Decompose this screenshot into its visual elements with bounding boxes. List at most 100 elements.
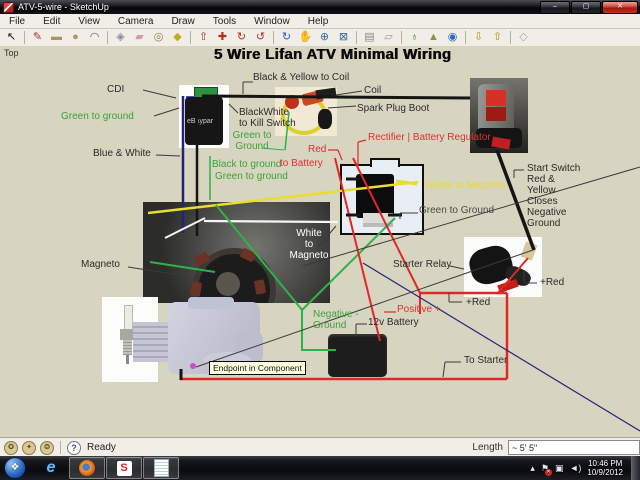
arc-tool-icon[interactable]: ◠: [85, 30, 104, 45]
length-label: Length: [472, 442, 503, 453]
wire-label: Red: [308, 144, 326, 155]
status-bar: ✪ ✦ ❂ ? Ready Length: [0, 437, 640, 457]
wire-label: CDI: [107, 84, 124, 95]
inference-endpoint-dot: [190, 363, 196, 369]
sketchup-app-icon: [3, 2, 14, 13]
google-earth-tool-icon[interactable]: ◉: [443, 30, 462, 45]
menu-view[interactable]: View: [69, 15, 109, 28]
pan-tool-icon[interactable]: ✋: [296, 30, 315, 45]
help-icon[interactable]: ?: [67, 441, 81, 455]
taskbar-sketchup[interactable]: S: [106, 457, 142, 479]
section-plane-tool-icon[interactable]: ◇: [514, 30, 533, 45]
minimize-button[interactable]: –: [540, 1, 570, 14]
taskbar: ❖ e S ▴ ⚑✕ ▣ ◄) 10:46 PM 10/9/2012: [0, 456, 640, 480]
toolbar-separator: [401, 31, 402, 44]
toolbar-separator: [510, 31, 511, 44]
system-tray: ▴ ⚑✕ ▣ ◄) 10:46 PM 10/9/2012: [530, 456, 640, 480]
rectangle-tool-icon[interactable]: ▬: [47, 30, 66, 45]
hidden-icons-arrow[interactable]: ▴: [530, 463, 535, 474]
wire-label: Starter Relay: [393, 259, 451, 270]
menu-edit[interactable]: Edit: [34, 15, 69, 28]
export-doc-tool-icon[interactable]: ▤: [360, 30, 379, 45]
taskbar-clock[interactable]: 10:46 PM 10/9/2012: [587, 459, 623, 477]
drawing-canvas[interactable]: Top 5 Wire Lifan ATV Minimal Wiring eBay…: [0, 46, 640, 437]
volume-icon[interactable]: ◄): [570, 463, 582, 473]
move-tool-icon[interactable]: ✚: [213, 30, 232, 45]
add-location-tool-icon[interactable]: ♁: [405, 30, 424, 45]
internet-explorer-icon: e: [47, 459, 56, 477]
push-pull-tool-icon[interactable]: ⇧: [194, 30, 213, 45]
rotate-tool-icon[interactable]: ↻: [232, 30, 251, 45]
toolbar-separator: [107, 31, 108, 44]
paint-bucket-tool-icon[interactable]: ◆: [168, 30, 187, 45]
wire-label: to Battery: [280, 158, 323, 169]
wire-label: Magneto: [81, 259, 120, 270]
offset-tool-icon[interactable]: ↺: [251, 30, 270, 45]
eraser-tool-icon[interactable]: ▰: [130, 30, 149, 45]
wire-label: Rectifier | Battery Regulator: [368, 132, 491, 143]
zoom-tool-icon[interactable]: ⊕: [315, 30, 334, 45]
wire-label: Negative - Ground: [313, 309, 359, 331]
status-icon-a[interactable]: ✪: [4, 441, 18, 455]
menu-draw[interactable]: Draw: [162, 15, 203, 28]
clock-time: 10:46 PM: [588, 459, 622, 468]
menu-file[interactable]: File: [0, 15, 34, 28]
firefox-icon: [79, 460, 95, 476]
menu-tools[interactable]: Tools: [204, 15, 245, 28]
wire-label: Yellow to Magneto: [424, 180, 505, 191]
toggle-terrain-tool-icon[interactable]: ▲: [424, 30, 443, 45]
wire-label: +Red: [466, 297, 490, 308]
toolbar: ↖✎▬●◠◈▰◎◆⇧✚↻↺↻✋⊕⊠▤▱♁▲◉⇩⇧◇: [0, 29, 640, 47]
line-tool-icon[interactable]: ✎: [28, 30, 47, 45]
get-models-tool-icon[interactable]: ⇩: [469, 30, 488, 45]
window-title: ATV-5-wire - SketchUp: [18, 2, 539, 12]
wire-label: Green to ground: [215, 171, 288, 182]
title-bar[interactable]: ATV-5-wire - SketchUp – ▢ ✕: [0, 0, 640, 14]
status-icon-b[interactable]: ✦: [22, 441, 36, 455]
orbit-tool-icon[interactable]: ↻: [277, 30, 296, 45]
sketchup-icon: S: [117, 461, 132, 476]
inference-tooltip: Endpoint in Component: [209, 361, 306, 375]
length-input[interactable]: [508, 440, 640, 455]
make-component-tool-icon[interactable]: ◈: [111, 30, 130, 45]
zoom-extents-tool-icon[interactable]: ⊠: [334, 30, 353, 45]
wire-label: Black to ground: [212, 159, 282, 170]
wire-label: Green to Ground: [419, 205, 494, 216]
clock-date: 10/9/2012: [587, 468, 623, 477]
select-tool-icon[interactable]: ↖: [2, 30, 21, 45]
toolbar-separator: [356, 31, 357, 44]
wire-label: Spark Plug Boot: [357, 103, 429, 114]
wire-label: +Red: [540, 277, 564, 288]
wire-label: Green to ground: [61, 111, 134, 122]
show-desktop-button[interactable]: [631, 456, 640, 480]
wire-label: Coil: [364, 85, 381, 96]
menu-bar: FileEditViewCameraDrawToolsWindowHelp: [0, 14, 640, 29]
taskbar-firefox[interactable]: [69, 457, 105, 479]
wire-label: Positive +: [397, 304, 441, 315]
circle-tool-icon[interactable]: ●: [66, 30, 85, 45]
network-icon[interactable]: ▣: [555, 463, 564, 474]
menu-help[interactable]: Help: [299, 15, 338, 28]
taskbar-notepad[interactable]: [143, 457, 179, 479]
toolbar-separator: [273, 31, 274, 44]
wire-label: BlackWhite to Kill Switch: [239, 107, 296, 129]
action-center-alert: ✕: [545, 469, 552, 476]
action-center-flag-icon[interactable]: ⚑✕: [541, 463, 549, 474]
toolbar-separator: [24, 31, 25, 44]
face-tool-tool-icon[interactable]: ▱: [379, 30, 398, 45]
desktop: ATV-5-wire - SketchUp – ▢ ✕ FileEditView…: [0, 0, 640, 480]
start-button[interactable]: ❖: [4, 457, 26, 479]
tape-measure-tool-icon[interactable]: ◎: [149, 30, 168, 45]
close-button[interactable]: ✕: [602, 1, 638, 14]
status-icon-c[interactable]: ❂: [40, 441, 54, 455]
share-models-tool-icon[interactable]: ⇧: [488, 30, 507, 45]
wire-label: To Starter: [464, 355, 507, 366]
taskbar-internet-explorer[interactable]: e: [34, 457, 68, 479]
maximize-button[interactable]: ▢: [571, 1, 601, 14]
wire-label: Green to Ground: [228, 130, 276, 152]
wire-label: Blue & White: [93, 148, 151, 159]
wire-label: 12v Battery: [368, 317, 419, 328]
status-text: Ready: [87, 442, 116, 453]
menu-camera[interactable]: Camera: [109, 15, 163, 28]
menu-window[interactable]: Window: [245, 15, 299, 28]
